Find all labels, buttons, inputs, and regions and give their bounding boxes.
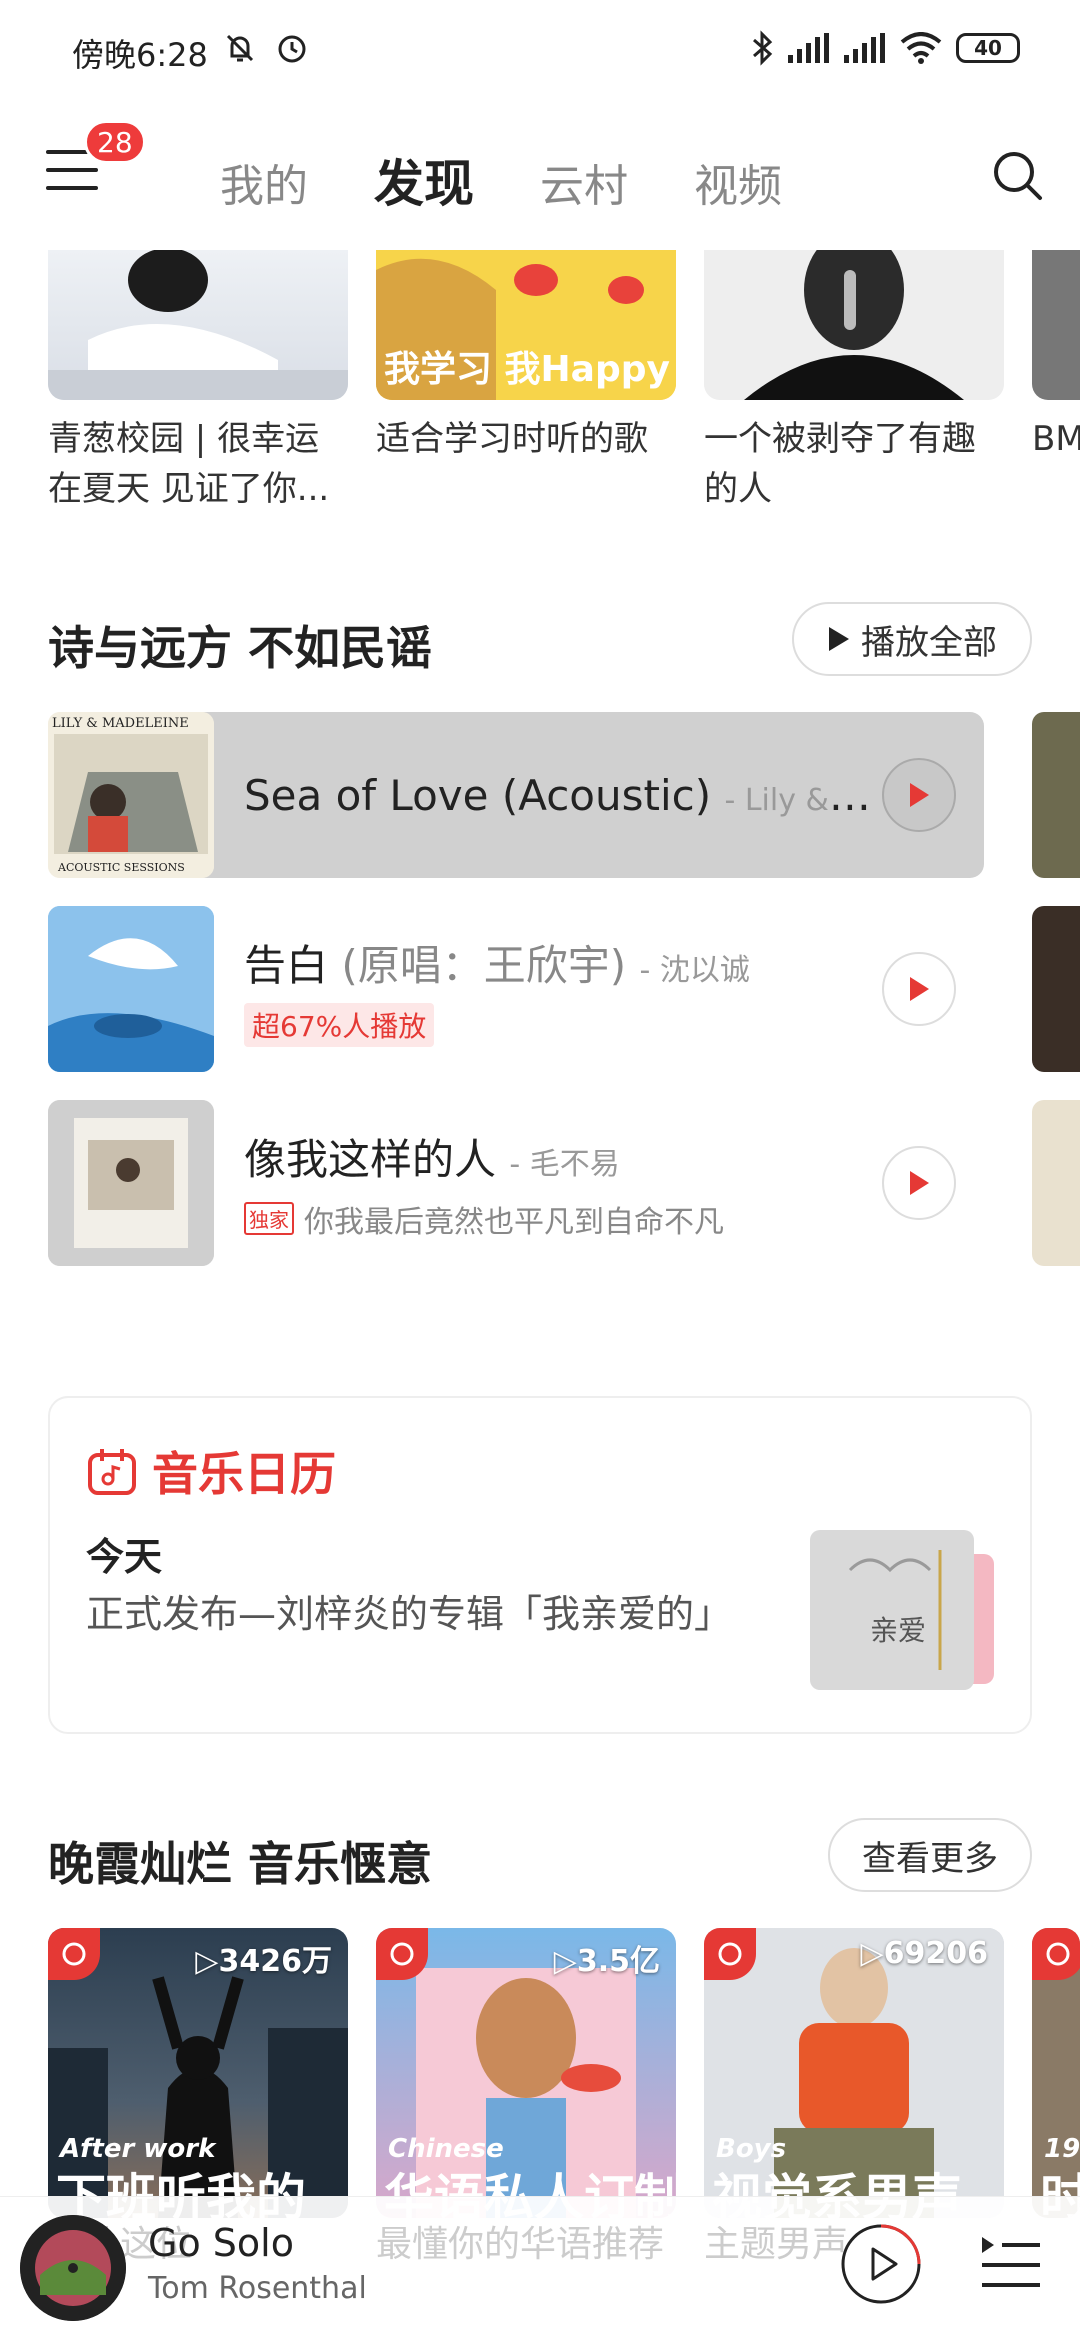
play-icon [910, 783, 929, 807]
netease-logo-icon [376, 1928, 428, 1980]
playlist-cover [704, 250, 1004, 400]
playlist-card[interactable]: 19 时 [1032, 1928, 1080, 2218]
song-name: 告白 [244, 940, 329, 990]
tab-mine[interactable]: 我的 [220, 150, 308, 214]
cover-text-top: LILY & MADELEINE [52, 716, 189, 731]
calendar-event-text: 正式发布—刘梓炎的专辑「我亲爱的」 [86, 1592, 733, 1636]
playlist-queue-icon[interactable] [980, 2233, 1042, 2293]
song-cover [48, 1100, 214, 1266]
recommended-playlists: 青葱校园 | 很幸运在夏天 见证了你... 我学习 我Happy 适合学习时听的… [0, 250, 1080, 520]
status-time: 傍晚6:28 [72, 36, 208, 74]
next-page-peek [1032, 1100, 1080, 1266]
playlist-card[interactable]: 一个被剥夺了有趣的人 [704, 250, 1004, 514]
playlist-card[interactable]: 我学习 我Happy 适合学习时听的歌 [376, 250, 676, 464]
calendar-day: 今天 [86, 1535, 163, 1579]
playlist-card[interactable]: ▷3426万 After work 下班听我的 [48, 1928, 348, 2218]
underlying-text: 主题男声 [704, 2224, 849, 2265]
status-bar: 傍晚6:28 40 [0, 0, 1080, 100]
play-icon [829, 627, 849, 651]
play-all-label: 播放全部 [861, 622, 997, 663]
calendar-title: 音乐日历 [152, 1447, 336, 1501]
song-artist: - 沈以诚 [639, 952, 750, 988]
playlist-card[interactable]: 青葱校园 | 很幸运在夏天 见证了你... [48, 250, 348, 514]
tab-cloud-village[interactable]: 云村 [540, 150, 628, 214]
cover-caption: 我学习 我Happy [384, 349, 670, 390]
now-playing-title: Go Solo [148, 2221, 294, 2265]
tab-video[interactable]: 视频 [694, 150, 782, 214]
song-row[interactable]: 告白 (原唱：王欣宇) - 沈以诚 超67%人播放 [48, 906, 984, 1072]
underlying-text: 最懂你的华语推荐 [376, 2224, 665, 2265]
album-disc [20, 2215, 126, 2321]
play-count: ▷3426万 [195, 1944, 332, 1979]
play-count: ▷3.5亿 [553, 1944, 660, 1979]
song-name: Sea of Love (Acoustic) [244, 770, 712, 820]
play-icon [910, 977, 929, 1001]
song-subtitle: (原唱：王欣宇) [341, 940, 627, 990]
silent-bell-icon [226, 34, 254, 62]
playlist-card[interactable]: ▷3.5亿 Chinese 华语私人订制 [376, 1928, 676, 2218]
song-name: 像我这样的人 [244, 1134, 497, 1184]
tab-discover[interactable]: 发现 [374, 144, 474, 216]
signal-icon [788, 33, 829, 63]
notification-badge: 28 [84, 120, 146, 164]
playlist-cover [48, 250, 348, 400]
playlist-card[interactable]: BM [1032, 250, 1080, 464]
song-note: 你我最后竟然也平凡到自命不凡 [304, 1204, 724, 1240]
song-cover: LILY & MADELEINE ACOUSTIC SESSIONS [48, 712, 214, 878]
cover-text-bottom: ACOUSTIC SESSIONS [58, 861, 185, 874]
song-cover [48, 906, 214, 1072]
svg-text:亲爱: 亲爱 [870, 1614, 926, 1647]
tab-bar: 我的 发现 云村 视频 [220, 144, 782, 216]
netease-logo-icon [704, 1928, 756, 1980]
see-more-label: 查看更多 [862, 1838, 998, 1879]
search-icon[interactable] [990, 148, 1046, 204]
top-nav: 28 我的 发现 云村 视频 [0, 120, 1080, 230]
music-calendar-card[interactable]: 音乐日历 今天 正式发布—刘梓炎的专辑「我亲爱的」 亲爱 [48, 1396, 1032, 1734]
play-count: ▷69206 [860, 1936, 988, 1971]
song-play-button[interactable] [882, 758, 956, 832]
playlist-title: 青葱校园 | 很幸运在夏天 见证了你... [48, 419, 330, 509]
song-artist: - Lily & M... [724, 782, 874, 818]
popularity-tag: 超67%人播放 [244, 1002, 435, 1047]
playlist-cover [1032, 250, 1080, 400]
section-title-sunset: 晚霞灿烂 音乐惬意 [48, 1837, 433, 1891]
mini-player[interactable]: 能让这位 最懂你的华语推荐 主题男声 Go Solo Tom Rosenthal [0, 2196, 1080, 2340]
play-all-button[interactable]: 播放全部 [792, 602, 1032, 676]
section-title-folk: 诗与远方 不如民谣 [48, 621, 433, 675]
see-more-button[interactable]: 查看更多 [828, 1818, 1032, 1892]
song-row[interactable]: 像我这样的人 - 毛不易 独家 你我最后竟然也平凡到自命不凡 [48, 1100, 984, 1266]
song-play-button[interactable] [882, 952, 956, 1026]
wifi-icon [900, 32, 942, 64]
next-page-peek [1032, 906, 1080, 1072]
now-playing-artist: Tom Rosenthal [148, 2271, 367, 2306]
battery-indicator: 40 [956, 33, 1020, 63]
playlist-title: BM [1032, 419, 1080, 459]
song-play-button[interactable] [882, 1146, 956, 1220]
signal-icon-2 [844, 33, 885, 63]
netease-logo-icon [1032, 1928, 1080, 1980]
alarm-icon [278, 35, 306, 63]
playlist-title: 适合学习时听的歌 [376, 419, 648, 459]
playlist-cover: 我学习 我Happy [376, 250, 676, 400]
playlist-title: 一个被剥夺了有趣的人 [704, 419, 976, 509]
play-icon [910, 1171, 929, 1195]
next-page-peek [1032, 712, 1080, 878]
calendar-music-icon [88, 1449, 136, 1495]
exclusive-tag: 独家 [244, 1202, 294, 1235]
play-pause-icon[interactable] [840, 2223, 922, 2305]
playlist-card[interactable]: ▷69206 Boys 视觉系男声 [704, 1928, 1004, 2218]
song-artist: - 毛不易 [509, 1146, 620, 1182]
bluetooth-icon [753, 30, 773, 66]
song-row[interactable]: LILY & MADELEINE ACOUSTIC SESSIONS Sea o… [48, 712, 984, 878]
netease-logo-icon [48, 1928, 100, 1980]
calendar-album-cover: 亲爱 [810, 1530, 994, 1696]
